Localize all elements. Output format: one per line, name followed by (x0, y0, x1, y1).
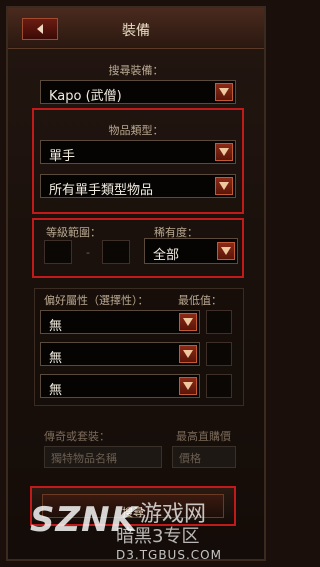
legendary-name-input[interactable] (45, 448, 161, 469)
triangle-down-icon (219, 182, 229, 190)
title-bar: 裝備 (8, 8, 264, 49)
triangle-down-icon (183, 318, 193, 326)
rarity-value: 全部 (153, 248, 180, 263)
affix-label: 偏好屬性（選擇性）： (44, 294, 149, 307)
level-max-input[interactable] (102, 240, 130, 264)
dropdown-button[interactable] (215, 83, 233, 101)
affix-min-input-3[interactable] (206, 374, 232, 398)
recommend-label: 搜尋裝備： (108, 64, 164, 77)
affix-select-1[interactable]: 無 (40, 310, 200, 334)
dropdown-button[interactable] (179, 313, 197, 331)
level-min-input[interactable] (44, 240, 72, 264)
window-title: 裝備 (122, 23, 150, 39)
affix-value-2: 無 (49, 351, 63, 366)
buyout-label: 最高直購價 (176, 430, 231, 443)
triangle-down-icon (219, 88, 229, 96)
item-subtype-select[interactable]: 所有單手類型物品 (40, 174, 236, 198)
affix-select-2[interactable]: 無 (40, 342, 200, 366)
triangle-down-icon (219, 148, 229, 156)
item-subtype-value: 所有單手類型物品 (49, 183, 154, 198)
level-range-label: 等級範圍： (46, 226, 101, 239)
search-button-label: 搜尋 (122, 506, 144, 519)
affix-value-3: 無 (49, 383, 63, 398)
search-button[interactable]: 搜尋 (30, 486, 236, 526)
item-type-select[interactable]: 單手 (40, 140, 236, 164)
buyout-price-input[interactable] (173, 448, 235, 469)
affix-min-label: 最低值： (178, 294, 222, 307)
dropdown-button[interactable] (217, 242, 235, 260)
buyout-price-field[interactable] (172, 446, 236, 469)
recommend-value: Kapo (武僧) (49, 89, 122, 104)
search-button-face: 搜尋 (42, 494, 224, 519)
item-type-label: 物品類型： (108, 124, 164, 137)
recommend-select[interactable]: Kapo (武僧) (40, 80, 236, 104)
legendary-name-field[interactable] (44, 446, 162, 469)
legendary-label: 傳奇或套裝： (44, 430, 110, 443)
triangle-down-icon (183, 350, 193, 358)
affix-min-input-1[interactable] (206, 310, 232, 334)
auction-equipment-panel: 裝備 搜尋裝備： Kapo (武僧) 物品類型： 單手 所有單手類型物品 等級範… (6, 6, 266, 561)
level-range-separator: - (86, 246, 90, 259)
triangle-down-icon (221, 247, 231, 255)
rarity-select[interactable]: 全部 (144, 238, 238, 264)
triangle-down-icon (183, 382, 193, 390)
affix-min-input-2[interactable] (206, 342, 232, 366)
affix-select-3[interactable]: 無 (40, 374, 200, 398)
dropdown-button[interactable] (179, 345, 197, 363)
item-type-value: 單手 (49, 149, 76, 164)
affix-value-1: 無 (49, 319, 63, 334)
dropdown-button[interactable] (179, 377, 197, 395)
dropdown-button[interactable] (215, 177, 233, 195)
dropdown-button[interactable] (215, 143, 233, 161)
